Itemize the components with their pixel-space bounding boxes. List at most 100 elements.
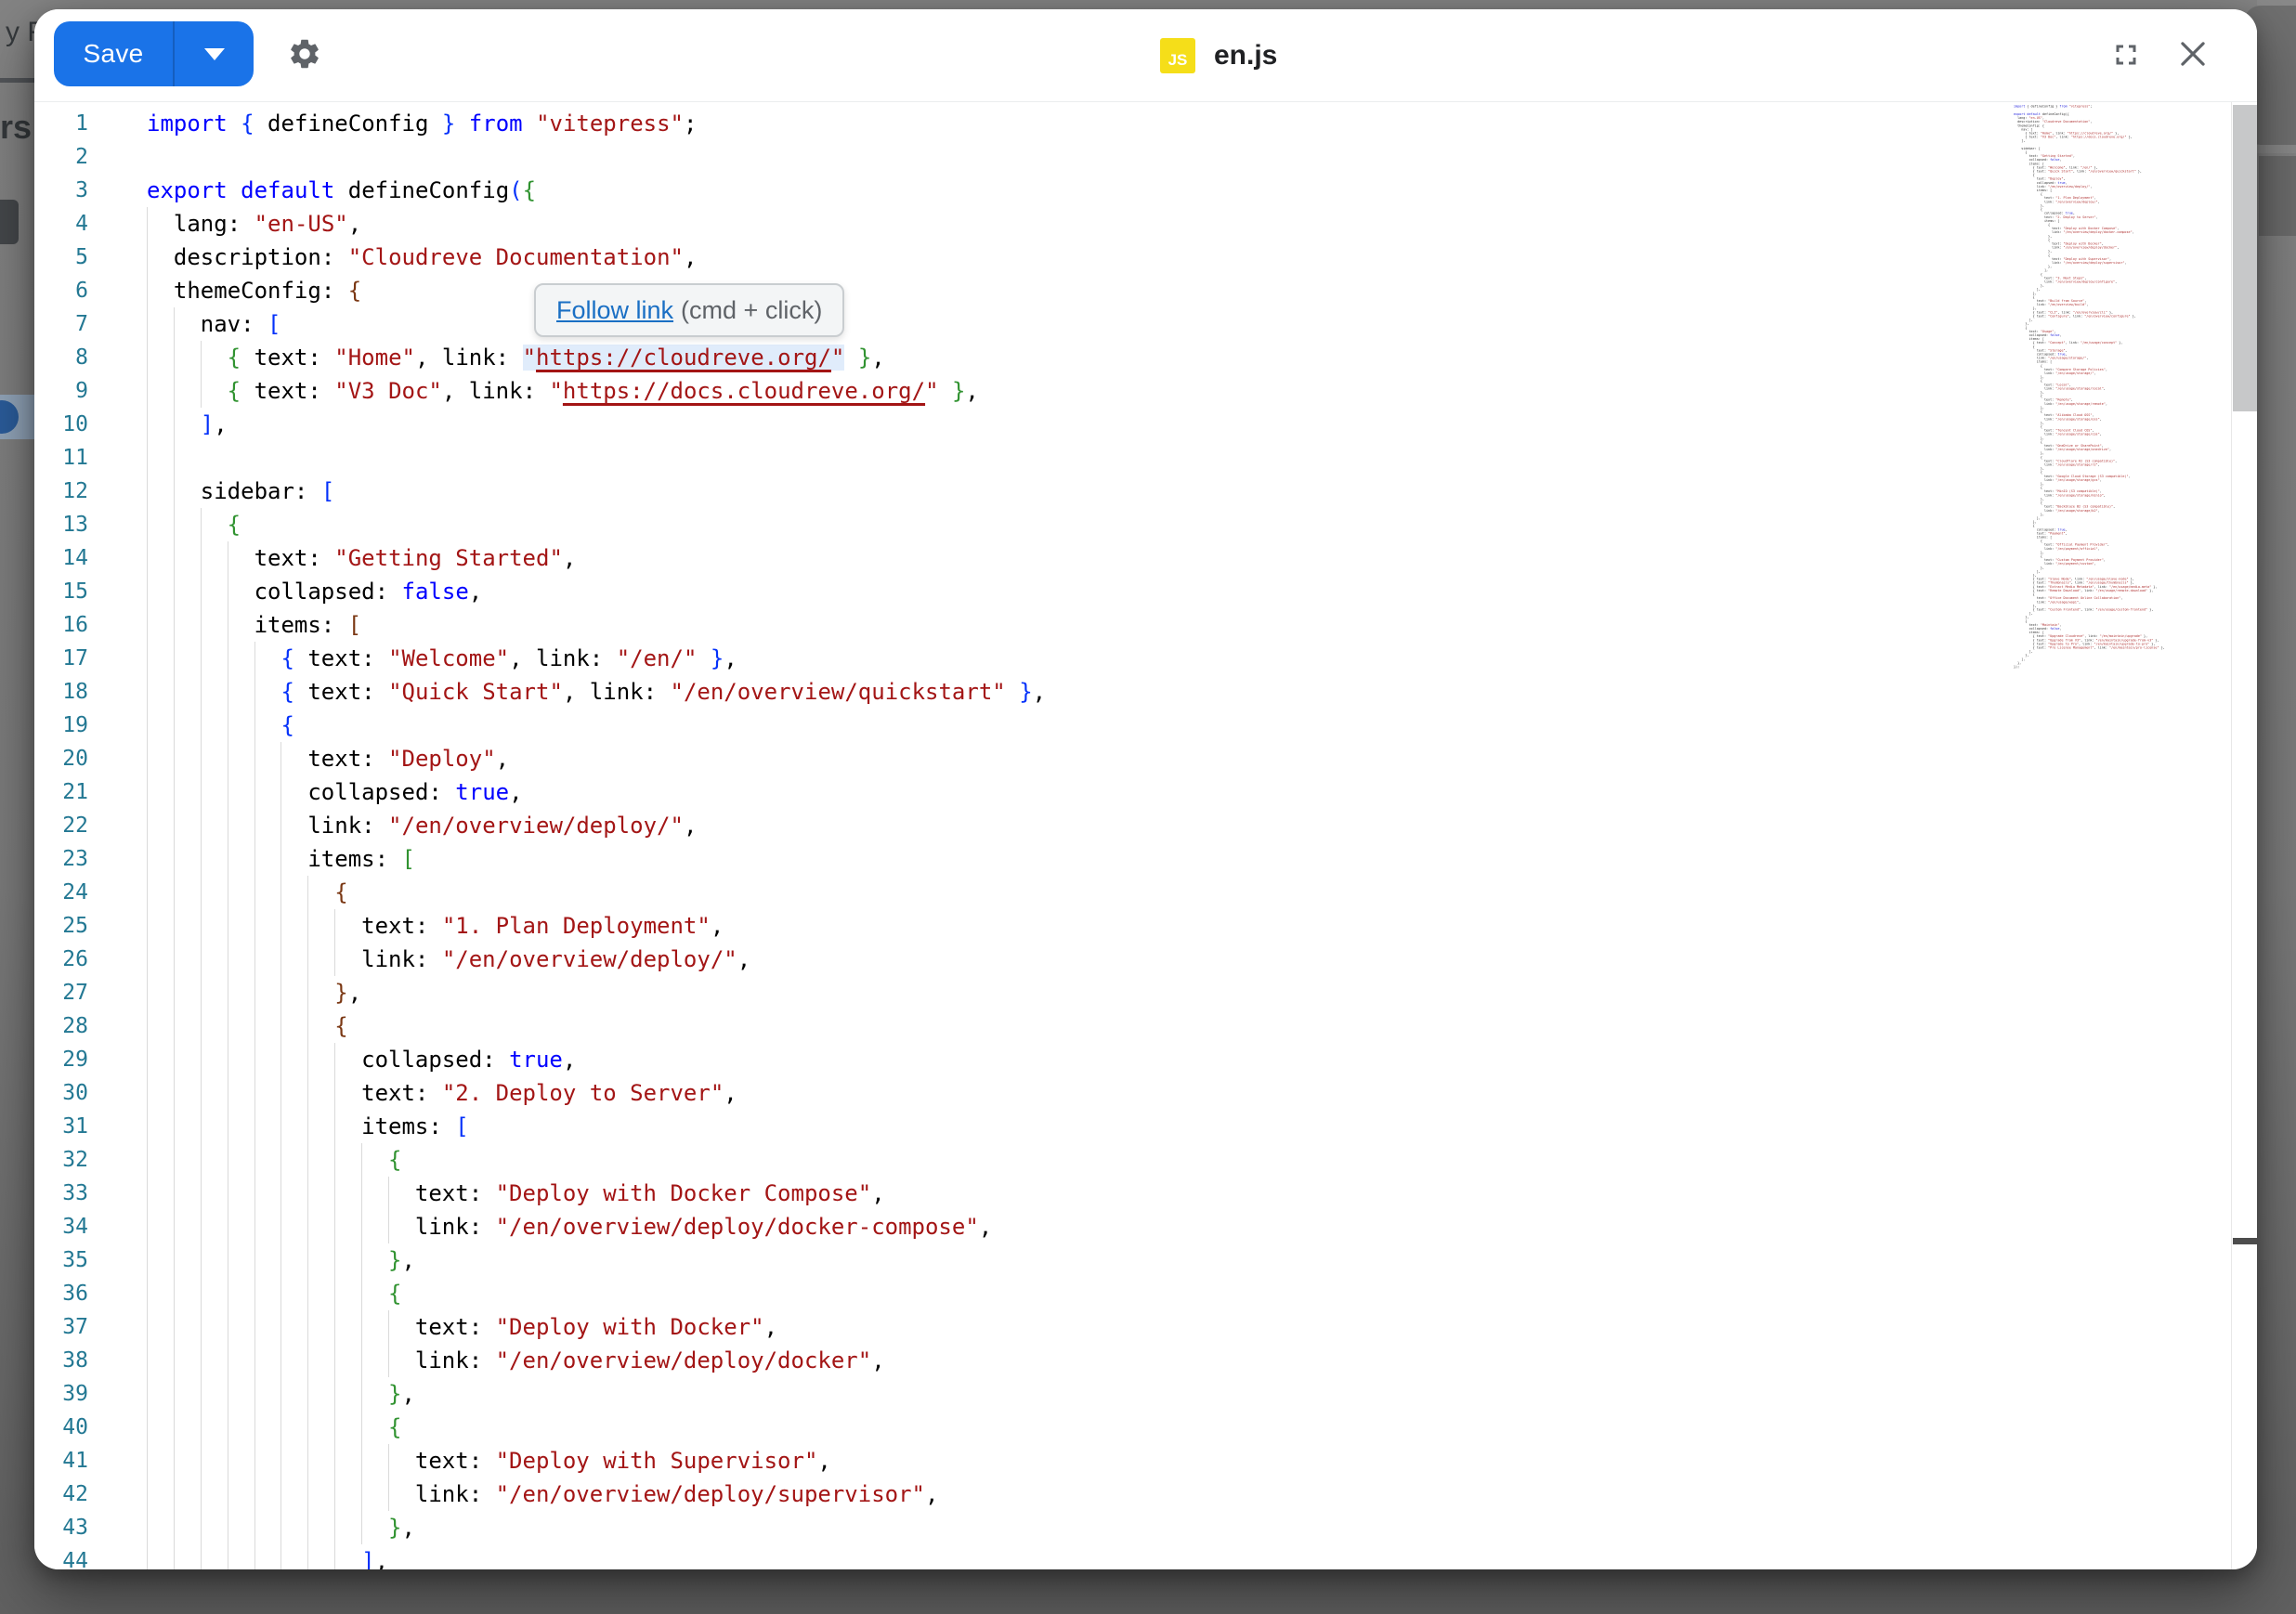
indent-guide (201, 1544, 228, 1569)
code-text: text: "Deploy with Docker", (88, 1310, 777, 1344)
code-line[interactable]: 35}, (34, 1243, 2197, 1277)
line-number: 26 (34, 943, 88, 976)
indent-guide (174, 1344, 201, 1377)
indent-guide (228, 976, 254, 1009)
indent-guide (334, 1177, 361, 1210)
code-line[interactable]: 25text: "1. Plan Deployment", (34, 909, 2197, 943)
close-button[interactable] (2171, 32, 2215, 76)
code-line[interactable]: 29collapsed: true, (34, 1043, 2197, 1076)
line-number: 19 (34, 709, 88, 742)
line-number: 38 (34, 1344, 88, 1377)
follow-link-action[interactable]: Follow link (556, 296, 673, 325)
code-line[interactable]: 14text: "Getting Started", (34, 541, 2197, 575)
indent-guide (147, 1544, 174, 1569)
minimap[interactable]: import { defineConfig } from "vitepress"… (2014, 105, 2231, 681)
code-line[interactable]: 11 (34, 441, 2197, 475)
indent-guide (228, 541, 254, 575)
code-line[interactable]: 9{ text: "V3 Doc", link: "https://docs.c… (34, 374, 2197, 408)
settings-button[interactable] (282, 32, 327, 76)
line-number: 23 (34, 842, 88, 876)
indent-guide (361, 1177, 388, 1210)
indent-guide (254, 809, 281, 842)
code-line[interactable]: 34link: "/en/overview/deploy/docker-comp… (34, 1210, 2197, 1243)
code-line[interactable]: 42link: "/en/overview/deploy/supervisor"… (34, 1477, 2197, 1511)
fullscreen-button[interactable] (2104, 33, 2148, 77)
line-number: 34 (34, 1210, 88, 1243)
code-line[interactable]: 19{ (34, 709, 2197, 742)
indent-guide (174, 1009, 201, 1043)
code-line[interactable]: 17{ text: "Welcome", link: "/en/" }, (34, 642, 2197, 675)
code-line[interactable]: 31items: [ (34, 1110, 2197, 1143)
code-line[interactable]: 7nav: [ (34, 307, 2197, 341)
indent-guide (361, 1277, 388, 1310)
code-line[interactable]: 36{ (34, 1277, 2197, 1310)
code-line[interactable]: 40{ (34, 1411, 2197, 1444)
code-line[interactable]: 12sidebar: [ (34, 475, 2197, 508)
indent-guide (174, 1210, 201, 1243)
code-line[interactable]: 6themeConfig: { (34, 274, 2197, 307)
code-text: themeConfig: { (88, 274, 361, 307)
code-line[interactable]: 21collapsed: true, (34, 775, 2197, 809)
code-text: { (88, 1143, 401, 1177)
vertical-scrollbar[interactable] (2231, 102, 2257, 1569)
line-number: 12 (34, 475, 88, 508)
code-text: { text: "Quick Start", link: "/en/overvi… (88, 675, 1046, 709)
code-line[interactable]: 13{ (34, 508, 2197, 541)
code-line[interactable]: 44], (34, 1544, 2197, 1569)
code-line[interactable]: 24{ (34, 876, 2197, 909)
code-line[interactable]: 16items: [ (34, 608, 2197, 642)
indent-guide (228, 1043, 254, 1076)
save-dropdown-button[interactable] (175, 21, 254, 86)
indent-guide (307, 1344, 334, 1377)
code-line[interactable]: 33text: "Deploy with Docker Compose", (34, 1177, 2197, 1210)
code-text: collapsed: true, (88, 1043, 576, 1076)
code-line[interactable]: 4lang: "en-US", (34, 207, 2197, 241)
scrollbar-thumb[interactable] (2233, 105, 2257, 411)
line-number: 39 (34, 1377, 88, 1411)
indent-guide (228, 876, 254, 909)
code-line[interactable]: 15collapsed: false, (34, 575, 2197, 608)
line-number: 8 (34, 341, 88, 374)
save-button[interactable]: Save (54, 21, 173, 86)
code-line[interactable]: 32{ (34, 1143, 2197, 1177)
code-line[interactable]: 1import { defineConfig } from "vitepress… (34, 107, 2197, 140)
javascript-file-icon: JS (1160, 38, 1195, 73)
code-line[interactable]: 23items: [ (34, 842, 2197, 876)
code-line[interactable]: 38link: "/en/overview/deploy/docker", (34, 1344, 2197, 1377)
code-line[interactable]: 27}, (34, 976, 2197, 1009)
code-text: import { defineConfig } from "vitepress"… (88, 107, 697, 140)
line-number: 16 (34, 608, 88, 642)
indent-guide (147, 1377, 174, 1411)
code-text: }, (88, 976, 361, 1009)
indent-guide (228, 1143, 254, 1177)
indent-guide (307, 1411, 334, 1444)
code-editor[interactable]: 1import { defineConfig } from "vitepress… (34, 102, 2197, 1569)
code-line[interactable]: 22link: "/en/overview/deploy/", (34, 809, 2197, 842)
indent-guide (147, 241, 174, 274)
code-text: text: "1. Plan Deployment", (88, 909, 724, 943)
indent-guide (174, 374, 201, 408)
indent-guide (147, 508, 174, 541)
code-line[interactable]: 43}, (34, 1511, 2197, 1544)
code-line[interactable]: 2 (34, 140, 2197, 174)
line-number: 15 (34, 575, 88, 608)
indent-guide (280, 876, 307, 909)
code-line[interactable]: 28{ (34, 1009, 2197, 1043)
code-line[interactable]: 30text: "2. Deploy to Server", (34, 1076, 2197, 1110)
code-line[interactable]: 20text: "Deploy", (34, 742, 2197, 775)
code-line[interactable]: 18{ text: "Quick Start", link: "/en/over… (34, 675, 2197, 709)
code-line[interactable]: 41text: "Deploy with Supervisor", (34, 1444, 2197, 1477)
indent-guide (388, 1444, 415, 1477)
indent-guide (147, 1177, 174, 1210)
code-line[interactable]: 5description: "Cloudreve Documentation", (34, 241, 2197, 274)
code-line[interactable]: 39}, (34, 1377, 2197, 1411)
code-line[interactable]: 8{ text: "Home", link: "https://cloudrev… (34, 341, 2197, 374)
code-line[interactable]: 10], (34, 408, 2197, 441)
code-text: { (88, 508, 241, 541)
indent-guide (334, 1511, 361, 1544)
code-line[interactable]: 37text: "Deploy with Docker", (34, 1310, 2197, 1344)
code-line[interactable]: 26link: "/en/overview/deploy/", (34, 943, 2197, 976)
code-line[interactable]: 3export default defineConfig({ (34, 174, 2197, 207)
indent-guide (280, 1277, 307, 1310)
code-text: { (88, 1277, 401, 1310)
